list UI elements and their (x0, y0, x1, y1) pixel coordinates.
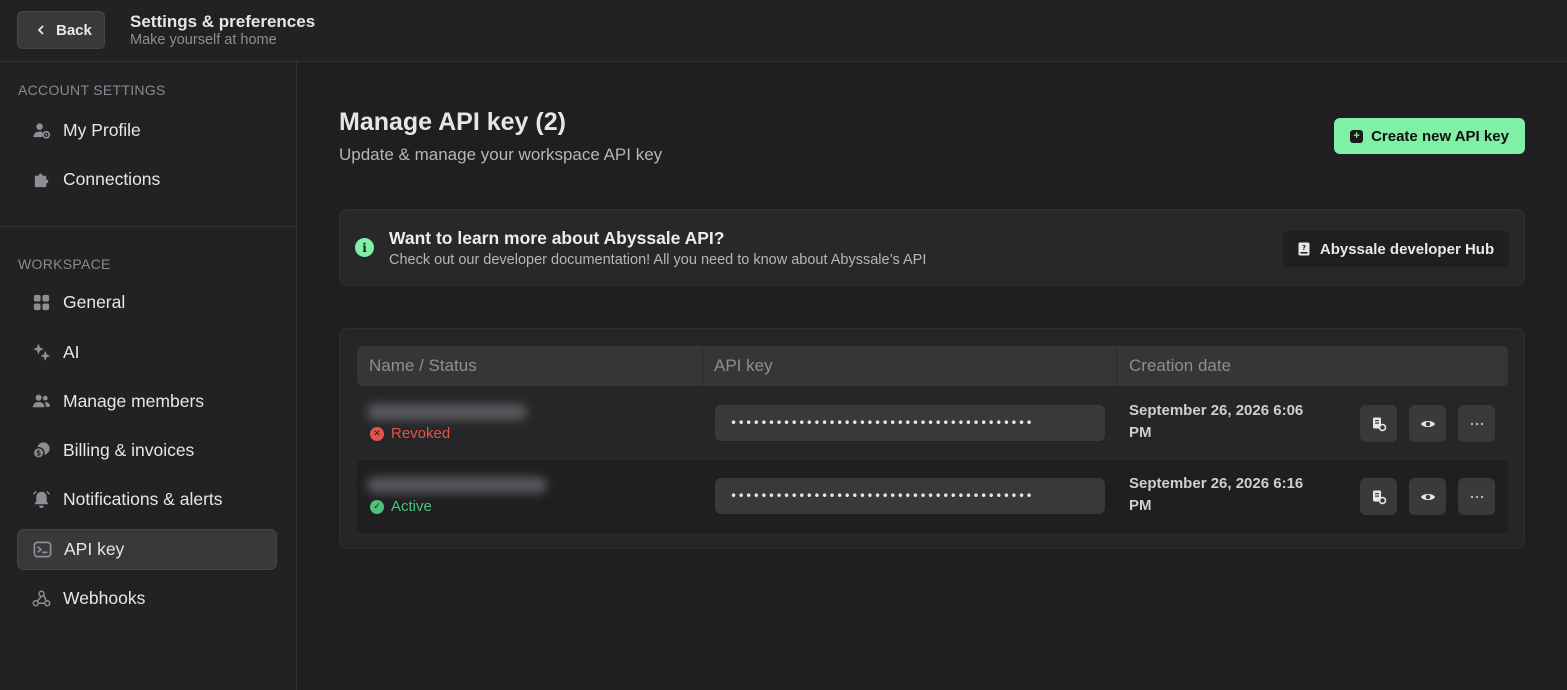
info-icon: i (355, 238, 374, 257)
key-settings-button[interactable] (1360, 405, 1397, 442)
creation-date: September 26, 2026 6:16 PM (1129, 475, 1304, 514)
redacted-key-name (367, 477, 547, 493)
sidebar-item-label: Connections (63, 169, 161, 189)
redacted-key-name (367, 404, 527, 420)
sidebar-item-label: AI (63, 342, 80, 362)
book-icon: ? (1298, 242, 1310, 256)
status-badge: ✓ Active (370, 498, 432, 515)
sidebar-item-my-profile[interactable]: My Profile (17, 110, 277, 151)
sidebar-item-label: My Profile (63, 120, 141, 140)
creation-date: September 26, 2026 6:06 PM (1129, 402, 1304, 441)
grid-icon (31, 293, 51, 313)
sidebar-item-label: API key (64, 539, 125, 559)
svg-text:?: ? (1302, 244, 1306, 252)
ellipsis-icon (1470, 422, 1483, 425)
table-row: ✓ Active •••••••••••••••••••••••••••••••… (357, 460, 1508, 533)
sidebar-item-billing[interactable]: $ Billing & invoices (17, 430, 277, 471)
key-edit-icon (1372, 490, 1386, 504)
table-header: Name / Status API key Creation date (357, 346, 1508, 386)
status-label: Active (391, 498, 432, 515)
key-settings-button[interactable] (1360, 478, 1397, 515)
back-label: Back (56, 21, 92, 39)
ellipsis-icon (1470, 495, 1483, 498)
column-header-creation-date: Creation date (1129, 356, 1232, 375)
more-options-button[interactable] (1458, 478, 1495, 515)
page-header-subtitle: Make yourself at home (130, 32, 277, 48)
create-api-key-label: Create new API key (1371, 127, 1509, 145)
reveal-key-button[interactable] (1409, 478, 1446, 515)
sidebar-item-manage-members[interactable]: Manage members (17, 381, 277, 422)
developer-hub-label: Abyssale developer Hub (1319, 240, 1495, 258)
create-api-key-button[interactable]: + Create new API key (1334, 118, 1525, 154)
column-header-api-key: API key (714, 356, 773, 375)
user-gear-icon (31, 121, 51, 141)
sidebar-item-ai[interactable]: AI (17, 332, 277, 373)
sidebar-divider (0, 226, 296, 227)
coins-icon: $ (31, 441, 51, 461)
page-subtitle: Update & manage your workspace API key (339, 145, 663, 164)
table-row: ✕ Revoked ••••••••••••••••••••••••••••••… (357, 387, 1508, 460)
sidebar-item-api-key[interactable]: API key (17, 529, 277, 570)
api-key-field[interactable]: •••••••••••••••••••••••••••••••••••••••• (715, 478, 1105, 514)
eye-icon (1420, 493, 1435, 500)
info-text: Check out our developer documentation! A… (389, 252, 927, 268)
sidebar-item-general[interactable]: General (17, 282, 277, 323)
puzzle-icon (31, 170, 51, 190)
page-title: Manage API key (2) (339, 108, 566, 136)
sidebar-item-label: Billing & invoices (63, 440, 195, 460)
back-button[interactable]: Back (17, 11, 105, 49)
api-key-field[interactable]: •••••••••••••••••••••••••••••••••••••••• (715, 405, 1105, 441)
sidebar-item-label: General (63, 292, 126, 312)
top-bar: Back Settings & preferences Make yoursel… (0, 0, 1567, 62)
sidebar-item-notifications[interactable]: Notifications & alerts (17, 479, 277, 520)
sidebar-item-webhooks[interactable]: Webhooks (17, 578, 277, 619)
section-label-account: ACCOUNT SETTINGS (18, 82, 166, 98)
svg-text:$: $ (36, 449, 41, 458)
check-circle-icon: ✓ (370, 499, 384, 514)
status-badge: ✕ Revoked (370, 425, 450, 442)
section-label-workspace: WORKSPACE (18, 256, 111, 272)
sidebar-item-label: Manage members (63, 391, 205, 411)
reveal-key-button[interactable] (1409, 405, 1446, 442)
developer-hub-button[interactable]: ? Abyssale developer Hub (1283, 231, 1509, 267)
bell-icon (31, 490, 51, 510)
sidebar: ACCOUNT SETTINGS My Profile Connections … (0, 62, 297, 690)
sidebar-item-label: Webhooks (63, 588, 146, 608)
info-title: Want to learn more about Abyssale API? (389, 228, 725, 248)
key-edit-icon (1372, 417, 1386, 431)
api-keys-table: Name / Status API key Creation date ✕ Re… (339, 328, 1525, 549)
sidebar-item-label: Notifications & alerts (63, 489, 223, 509)
status-label: Revoked (391, 425, 451, 442)
eye-icon (1420, 420, 1435, 427)
revoked-icon: ✕ (370, 426, 384, 441)
more-options-button[interactable] (1458, 405, 1495, 442)
page-header-title: Settings & preferences (130, 12, 316, 31)
terminal-icon (32, 540, 52, 560)
webhook-icon (31, 589, 51, 609)
column-header-name-status: Name / Status (369, 356, 477, 375)
users-icon (31, 392, 51, 412)
sidebar-item-connections[interactable]: Connections (17, 159, 277, 200)
plus-icon: + (1350, 129, 1364, 143)
sparkles-icon (31, 343, 51, 363)
info-banner: i Want to learn more about Abyssale API?… (339, 209, 1525, 286)
chevron-left-icon (38, 25, 44, 35)
